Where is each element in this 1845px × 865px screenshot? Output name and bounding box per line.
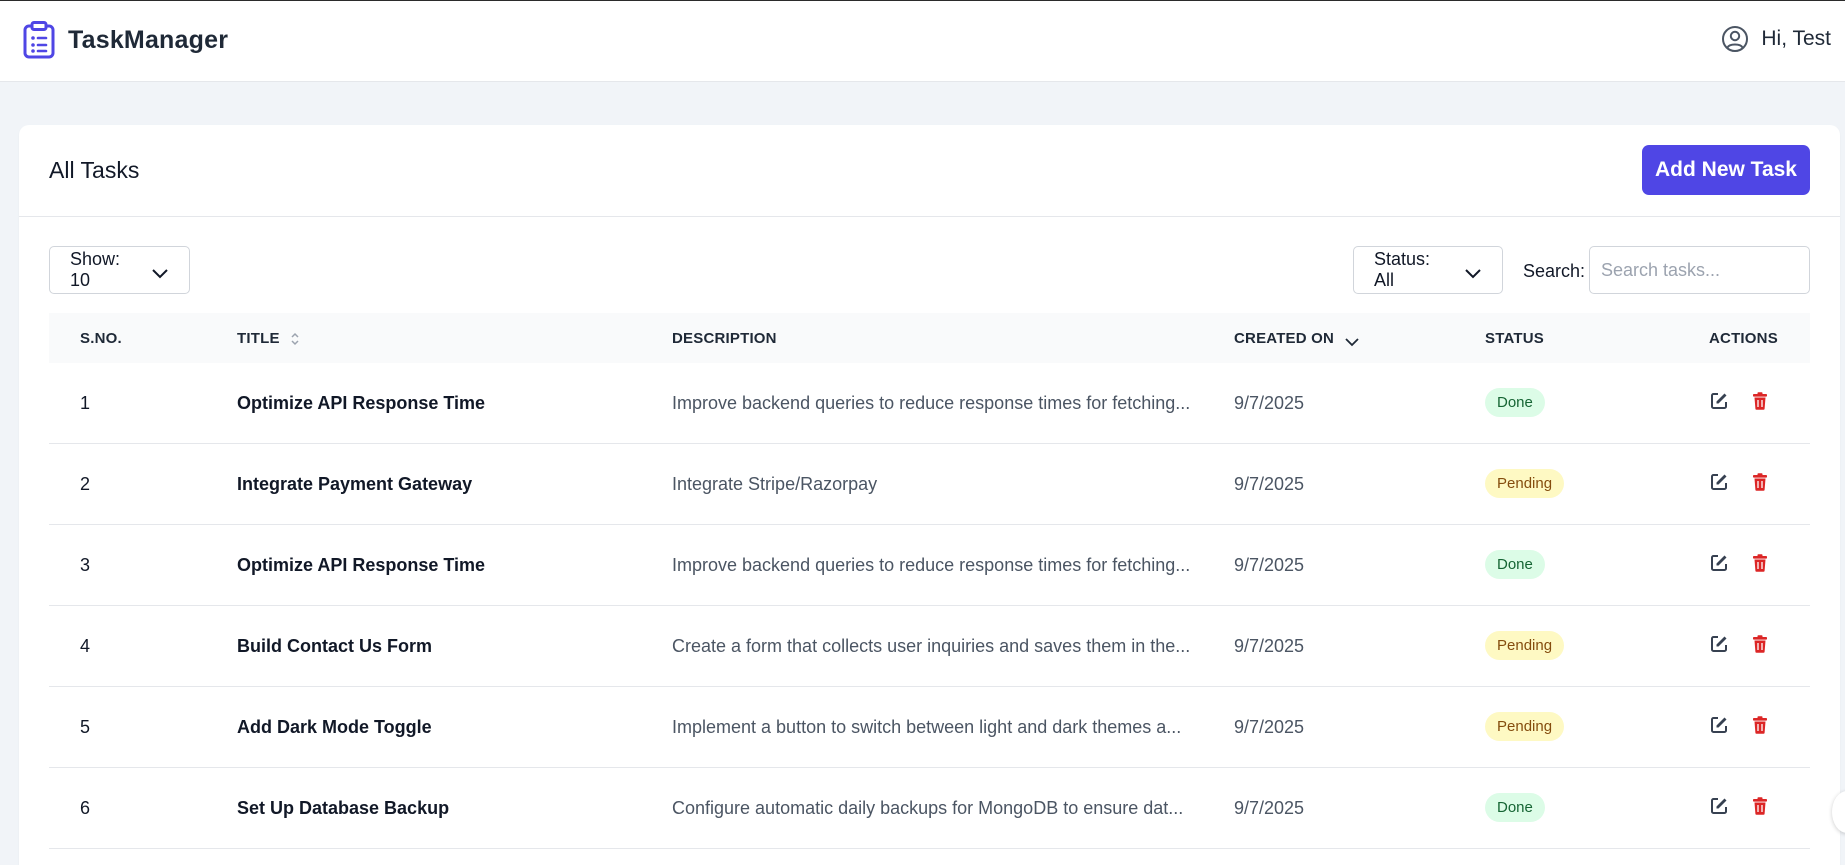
edit-icon[interactable] bbox=[1709, 391, 1729, 411]
page-size-label: Show: 10 bbox=[70, 249, 121, 290]
table-row: 5 Add Dark Mode Toggle Implement a butto… bbox=[49, 687, 1810, 768]
row-title: Optimize API Response Time bbox=[237, 393, 486, 413]
trash-icon[interactable] bbox=[1750, 553, 1770, 573]
row-sno: 3 bbox=[80, 555, 91, 575]
row-actions bbox=[1709, 553, 1770, 573]
row-title: Integrate Payment Gateway bbox=[237, 474, 473, 494]
row-description: Improve backend queries to reduce respon… bbox=[672, 555, 1191, 575]
trash-icon[interactable] bbox=[1750, 634, 1770, 654]
edit-icon[interactable] bbox=[1709, 472, 1729, 492]
row-status: Pending bbox=[1485, 712, 1565, 741]
column-header-title[interactable]: TITLE bbox=[237, 330, 300, 347]
row-actions bbox=[1709, 391, 1770, 411]
card-header: All Tasks Add New Task bbox=[19, 125, 1840, 217]
tasks-table: S.NO. TITLE DESCRIPTION CREATED ON STATU… bbox=[49, 313, 1810, 849]
tasks-card: All Tasks Add New Task Show: 10 Status: … bbox=[19, 125, 1840, 865]
sort-descending-icon[interactable] bbox=[1344, 334, 1360, 346]
trash-icon[interactable] bbox=[1750, 391, 1770, 411]
row-created-on: 9/7/2025 bbox=[1234, 393, 1305, 413]
status-badge: Done bbox=[1485, 550, 1545, 579]
column-header-title-label: TITLE bbox=[237, 330, 280, 347]
trash-icon[interactable] bbox=[1750, 796, 1770, 816]
row-actions bbox=[1709, 796, 1770, 816]
column-header-sno-label: S.NO. bbox=[80, 330, 122, 347]
row-title: Set Up Database Backup bbox=[237, 798, 450, 818]
row-created-on: 9/7/2025 bbox=[1234, 798, 1305, 818]
table-row: 1 Optimize API Response Time Improve bac… bbox=[49, 363, 1810, 444]
column-header-created-on-label: CREATED ON bbox=[1234, 330, 1335, 347]
column-header-sno: S.NO. bbox=[80, 330, 122, 347]
row-status: Pending bbox=[1485, 469, 1565, 498]
app-title: TaskManager bbox=[68, 25, 229, 54]
row-sno: 1 bbox=[80, 393, 91, 413]
row-status: Done bbox=[1485, 793, 1545, 822]
edit-icon[interactable] bbox=[1709, 553, 1729, 573]
column-header-description: DESCRIPTION bbox=[672, 330, 777, 347]
table-row: 2 Integrate Payment Gateway Integrate St… bbox=[49, 444, 1810, 525]
edit-icon[interactable] bbox=[1709, 634, 1729, 654]
add-new-task-button[interactable]: Add New Task bbox=[1642, 145, 1810, 195]
chevron-down-icon bbox=[151, 264, 169, 279]
status-badge: Done bbox=[1485, 388, 1545, 417]
row-created-on: 9/7/2025 bbox=[1234, 717, 1305, 737]
chevron-down-icon bbox=[1464, 264, 1482, 279]
row-title: Add Dark Mode Toggle bbox=[237, 717, 432, 737]
row-sno: 2 bbox=[80, 474, 91, 494]
row-sno: 4 bbox=[80, 636, 91, 656]
edit-icon[interactable] bbox=[1709, 715, 1729, 735]
top-navbar: TaskManager Hi, Test bbox=[0, 0, 1845, 82]
row-title: Build Contact Us Form bbox=[237, 636, 433, 656]
row-description: Create a form that collects user inquiri… bbox=[672, 636, 1191, 656]
column-header-actions: ACTIONS bbox=[1709, 330, 1778, 347]
column-header-actions-label: ACTIONS bbox=[1709, 330, 1778, 347]
status-badge: Pending bbox=[1485, 712, 1565, 741]
row-created-on: 9/7/2025 bbox=[1234, 474, 1305, 494]
page-size-select[interactable]: Show: 10 bbox=[49, 246, 190, 294]
trash-icon[interactable] bbox=[1750, 472, 1770, 492]
row-description: Implement a button to switch between lig… bbox=[672, 717, 1182, 737]
edit-icon[interactable] bbox=[1709, 796, 1729, 816]
table-row: 3 Optimize API Response Time Improve bac… bbox=[49, 525, 1810, 606]
row-status: Done bbox=[1485, 550, 1545, 579]
status-badge: Done bbox=[1485, 793, 1545, 822]
status-badge: Pending bbox=[1485, 469, 1565, 498]
status-filter-label: Status: All bbox=[1374, 249, 1431, 290]
sort-icon[interactable] bbox=[290, 331, 300, 347]
table-row: 4 Build Contact Us Form Create a form th… bbox=[49, 606, 1810, 687]
status-filter-select[interactable]: Status: All bbox=[1353, 246, 1503, 294]
trash-icon[interactable] bbox=[1750, 715, 1770, 735]
row-title: Optimize API Response Time bbox=[237, 555, 486, 575]
row-sno: 5 bbox=[80, 717, 91, 737]
table-row: 6 Set Up Database Backup Configure autom… bbox=[49, 768, 1810, 849]
table-header: S.NO. TITLE DESCRIPTION CREATED ON STATU… bbox=[49, 313, 1810, 363]
row-actions bbox=[1709, 715, 1770, 735]
row-status: Done bbox=[1485, 388, 1545, 417]
column-header-status-label: STATUS bbox=[1485, 330, 1544, 347]
search-label: Search: bbox=[1523, 261, 1586, 281]
column-header-status: STATUS bbox=[1485, 330, 1544, 347]
row-actions bbox=[1709, 472, 1770, 492]
row-sno: 6 bbox=[80, 798, 91, 818]
row-description: Integrate Stripe/Razorpay bbox=[672, 474, 878, 494]
row-description: Improve backend queries to reduce respon… bbox=[672, 393, 1191, 413]
search-input[interactable] bbox=[1589, 246, 1810, 294]
user-menu[interactable]: Hi, Test bbox=[1721, 25, 1831, 53]
row-actions bbox=[1709, 634, 1770, 654]
page-title: All Tasks bbox=[49, 157, 140, 183]
status-badge: Pending bbox=[1485, 631, 1565, 660]
column-header-created-on[interactable]: CREATED ON bbox=[1234, 330, 1360, 347]
column-header-description-label: DESCRIPTION bbox=[672, 330, 777, 347]
user-greeting: Hi, Test bbox=[1761, 27, 1831, 50]
row-created-on: 9/7/2025 bbox=[1234, 555, 1305, 575]
row-status: Pending bbox=[1485, 631, 1565, 660]
row-created-on: 9/7/2025 bbox=[1234, 636, 1305, 656]
brand[interactable]: TaskManager bbox=[22, 21, 228, 59]
clipboard-list-icon bbox=[22, 21, 56, 59]
row-description: Configure automatic daily backups for Mo… bbox=[672, 798, 1184, 818]
user-circle-icon bbox=[1721, 25, 1749, 53]
